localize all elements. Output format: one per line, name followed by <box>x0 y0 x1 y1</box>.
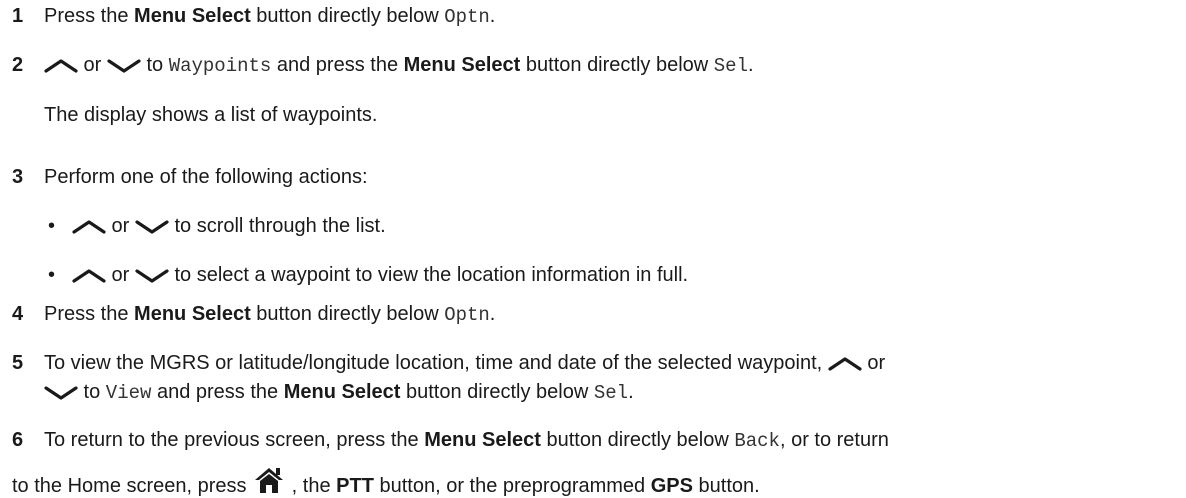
bullet-text: or to scroll through the list. <box>72 214 386 238</box>
home-icon <box>252 466 286 494</box>
text-run: button directly below <box>250 5 445 27</box>
menu-select-label: Menu Select <box>283 381 401 403</box>
text-run: to <box>78 381 106 403</box>
bullet-text: or to select a waypoint to view the loca… <box>72 263 688 287</box>
step-text: To return to the previous screen, press … <box>44 428 889 453</box>
step-number: 4 <box>12 303 24 325</box>
text-run: to <box>140 54 169 76</box>
text-run: and press the <box>151 381 284 403</box>
menu-select-label: Menu Select <box>134 5 251 27</box>
step-text: to the Home screen, press , the PTT butt… <box>12 466 760 498</box>
chevron-down-icon <box>135 268 169 284</box>
step-number: 3 <box>12 166 24 188</box>
sel-softkey-label: Sel <box>593 382 629 404</box>
text-run: . <box>489 303 496 325</box>
chevron-down-icon <box>107 58 141 74</box>
text-run: , the <box>286 475 337 497</box>
chevron-up-icon <box>44 58 78 74</box>
text-run: and press the <box>271 54 404 76</box>
text-run: button directly below <box>250 303 445 325</box>
text-run: to the Home screen, press <box>12 475 253 497</box>
step-text: or to Waypoints and press the Menu Selec… <box>44 53 754 78</box>
sel-softkey-label: Sel <box>713 55 748 77</box>
text-run: to select a waypoint to view the locatio… <box>168 264 689 286</box>
text-run: to scroll through the list. <box>168 215 386 237</box>
menu-select-label: Menu Select <box>403 54 521 76</box>
chevron-up-icon <box>828 356 862 372</box>
bullet-symbol: • <box>48 264 56 286</box>
text-run: button directly below <box>520 54 714 76</box>
text-run: or <box>861 352 886 374</box>
ptt-label: PTT <box>336 475 374 497</box>
back-softkey-label: Back <box>734 430 780 452</box>
menu-select-label: Menu Select <box>134 303 251 325</box>
chevron-up-icon <box>72 219 106 235</box>
step-text: Press the Menu Select button directly be… <box>44 4 495 29</box>
step-text: Perform one of the following actions: <box>44 166 368 188</box>
step-number: 2 <box>12 54 24 76</box>
text-run: . <box>628 381 634 403</box>
text-run: button. <box>693 475 760 497</box>
step-number: 1 <box>12 5 24 27</box>
text-run: button directly below <box>540 429 735 451</box>
text-run: Press the <box>44 303 135 325</box>
step-number: 5 <box>12 352 24 374</box>
chevron-down-icon <box>135 219 169 235</box>
optn-softkey-label: Optn <box>444 6 490 28</box>
chevron-down-icon <box>44 385 78 401</box>
step-note: The display shows a list of waypoints. <box>44 104 378 126</box>
text-run: or <box>106 264 135 286</box>
text-run: or <box>106 215 135 237</box>
text-run: button, or the preprogrammed <box>373 475 651 497</box>
text-run: Press the <box>44 5 135 27</box>
text-run: . <box>748 54 754 76</box>
step-text: to View and press the Menu Select button… <box>44 380 634 405</box>
text-run: button directly below <box>400 381 594 403</box>
menu-select-label: Menu Select <box>424 429 541 451</box>
step-number: 6 <box>12 429 24 451</box>
text-run: or <box>78 54 107 76</box>
chevron-up-icon <box>72 268 106 284</box>
bullet-symbol: • <box>48 215 56 237</box>
waypoints-menu-item: Waypoints <box>168 55 272 77</box>
text-run: To return to the previous screen, press … <box>44 429 425 451</box>
text-run: . <box>489 5 496 27</box>
instruction-document: 1 Press the Menu Select button directly … <box>0 0 1186 498</box>
optn-softkey-label: Optn <box>444 304 490 326</box>
step-text: To view the MGRS or latitude/longitude l… <box>44 351 885 375</box>
text-run: To view the MGRS or latitude/longitude l… <box>44 352 828 374</box>
view-menu-item: View <box>105 382 152 404</box>
gps-label: GPS <box>650 475 693 497</box>
step-text: Press the Menu Select button directly be… <box>44 302 495 327</box>
text-run: , or to return <box>779 429 889 451</box>
